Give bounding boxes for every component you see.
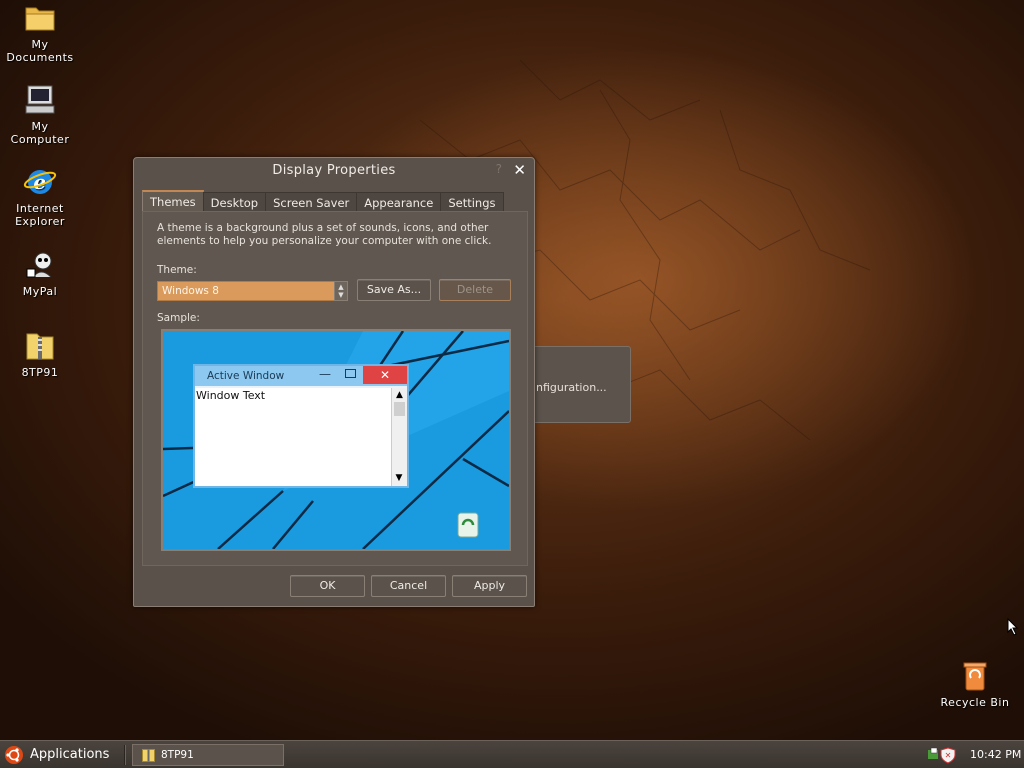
- internet-explorer-icon: e: [23, 166, 57, 200]
- tab-settings[interactable]: Settings: [440, 192, 504, 212]
- display-properties-dialog: Display Properties ? ✕ Themes Desktop Scre…: [133, 157, 535, 607]
- desktop-icon-internet-explorer[interactable]: e Internet Explorer: [0, 166, 80, 228]
- tab-bar: Themes Desktop Screen Saver Appearance Setti…: [142, 190, 504, 212]
- mypal-icon: [23, 249, 57, 283]
- ubuntu-logo-icon: [4, 745, 24, 765]
- theme-sample-preview: Active Window — ✕ Window Text ▲ ▼: [161, 329, 511, 551]
- tab-appearance[interactable]: Appearance: [356, 192, 442, 212]
- computer-icon: [23, 84, 57, 118]
- sample-window-title: Active Window: [207, 370, 285, 382]
- zip-folder-icon: [142, 748, 155, 762]
- chevron-up-icon: ▲: [396, 390, 403, 400]
- theme-label: Theme:: [157, 264, 197, 276]
- desktop-icon-mypal[interactable]: MyPal: [0, 249, 80, 298]
- desktop-icon-label: My Documents: [6, 38, 74, 64]
- desktop-icon-label: MyPal: [22, 285, 58, 298]
- folder-icon: [23, 2, 57, 36]
- desktop: My Documents My Computer e Internet Explore…: [0, 0, 1024, 740]
- save-as-button[interactable]: Save As...: [357, 279, 431, 301]
- desktop-icon-my-computer[interactable]: My Computer: [0, 84, 80, 146]
- tab-themes[interactable]: Themes: [142, 190, 204, 212]
- delete-button[interactable]: Delete: [439, 279, 511, 301]
- chevron-up-icon: ▲: [338, 283, 344, 291]
- sample-window-body: Window Text: [195, 388, 391, 486]
- desktop-icon-recycle-bin[interactable]: Recycle Bin: [935, 660, 1015, 709]
- maximize-icon: [345, 369, 356, 378]
- zip-folder-icon: [23, 330, 57, 364]
- sample-active-window: Active Window — ✕ Window Text ▲ ▼: [193, 364, 409, 488]
- system-tray: ✕: [926, 745, 966, 765]
- desktop-icon-label: Recycle Bin: [940, 696, 1010, 709]
- applications-label: Applications: [30, 747, 110, 762]
- svg-text:✕: ✕: [945, 751, 952, 760]
- close-button[interactable]: ✕: [513, 161, 526, 179]
- sample-scrollbar: ▲ ▼: [391, 388, 407, 486]
- clock[interactable]: 10:42 PM: [970, 745, 1021, 765]
- sample-scroll-thumb: [394, 402, 405, 416]
- recycle-bin-icon: [958, 660, 992, 694]
- mouse-cursor-icon: [1007, 618, 1019, 636]
- theme-spinner[interactable]: ▲ ▼: [334, 281, 348, 301]
- dialog-title: Display Properties: [272, 163, 396, 178]
- applications-menu-button[interactable]: Applications: [4, 744, 109, 766]
- apply-button[interactable]: Apply: [452, 575, 527, 597]
- recycle-bin-icon: [457, 512, 479, 538]
- tab-desktop[interactable]: Desktop: [202, 192, 267, 212]
- themes-description: A theme is a background plus a set of so…: [157, 222, 492, 247]
- taskbar: Applications 8TP91 ✕ 10:42 PM: [0, 740, 1024, 768]
- sample-window-titlebar: Active Window — ✕: [195, 366, 407, 386]
- minimize-icon: —: [319, 367, 331, 381]
- chevron-down-icon: ▼: [338, 291, 344, 299]
- taskbar-item-8tp91[interactable]: 8TP91: [132, 744, 284, 766]
- sample-window-text: Window Text: [196, 389, 266, 402]
- desktop-icon-my-documents[interactable]: My Documents: [0, 2, 80, 64]
- security-shield-icon[interactable]: ✕: [940, 747, 956, 764]
- theme-select[interactable]: Windows 8: [157, 281, 335, 301]
- taskbar-separator: [124, 745, 126, 765]
- desktop-icon-label: My Computer: [10, 120, 70, 146]
- tab-screen-saver[interactable]: Screen Saver: [265, 192, 358, 212]
- chevron-down-icon: ▼: [395, 473, 403, 483]
- network-icon[interactable]: [928, 747, 938, 759]
- themes-panel: A theme is a background plus a set of so…: [142, 211, 528, 566]
- help-button[interactable]: ?: [496, 162, 502, 176]
- sample-label: Sample:: [157, 312, 200, 324]
- ok-button[interactable]: OK: [290, 575, 365, 597]
- background-dialog-text: nfiguration...: [536, 381, 607, 394]
- close-icon: ✕: [363, 366, 407, 384]
- desktop-icon-label: 8TP91: [21, 366, 59, 379]
- desktop-icon-8tp91[interactable]: 8TP91: [0, 330, 80, 379]
- cancel-button[interactable]: Cancel: [371, 575, 446, 597]
- taskbar-item-label: 8TP91: [161, 749, 194, 761]
- desktop-icon-label: Internet Explorer: [15, 202, 65, 228]
